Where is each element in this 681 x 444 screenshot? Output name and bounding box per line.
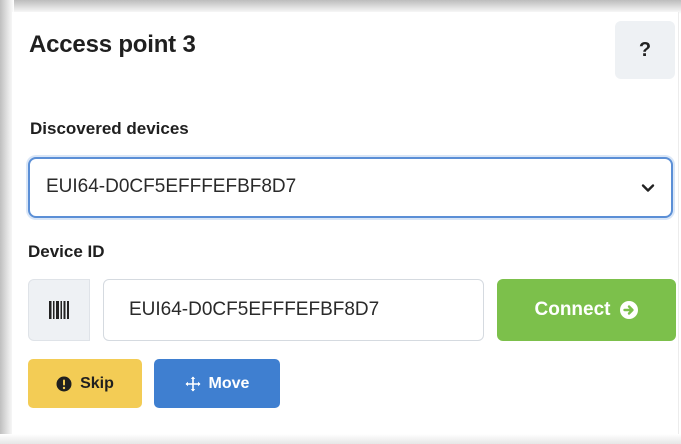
skip-label: Skip (80, 374, 114, 392)
help-label: ? (638, 38, 652, 61)
skip-button[interactable]: Skip (28, 359, 142, 408)
barcode-icon (49, 301, 69, 319)
move-button[interactable]: Move (154, 359, 280, 408)
selected-device: EUI64-D0CF5EFFFEFBF8D7 (46, 176, 297, 197)
dialog-frame: Access point 3 ? Discovered devices EUI6… (0, 0, 681, 444)
connect-button[interactable]: Connect (497, 279, 676, 341)
device-id-input[interactable] (103, 279, 484, 341)
device-id-label: Device ID (28, 242, 105, 261)
panel-title: Access point 3 (29, 31, 196, 58)
shadow-bottom (0, 434, 681, 444)
chevron-down-icon (641, 181, 655, 195)
connect-label: Connect (534, 299, 611, 320)
scan-barcode-button[interactable] (28, 279, 90, 341)
move-label: Move (208, 374, 250, 392)
move-arrows-icon (185, 376, 201, 392)
access-point-panel: Access point 3 ? Discovered devices EUI6… (12, 12, 679, 434)
help-button[interactable]: ? (615, 21, 675, 79)
discovered-devices-select[interactable]: EUI64-D0CF5EFFFEFBF8D7 (28, 157, 673, 218)
arrow-circle-right-icon (619, 300, 639, 320)
discovered-devices-label: Discovered devices (30, 119, 189, 138)
exclamation-circle-icon (56, 376, 72, 392)
